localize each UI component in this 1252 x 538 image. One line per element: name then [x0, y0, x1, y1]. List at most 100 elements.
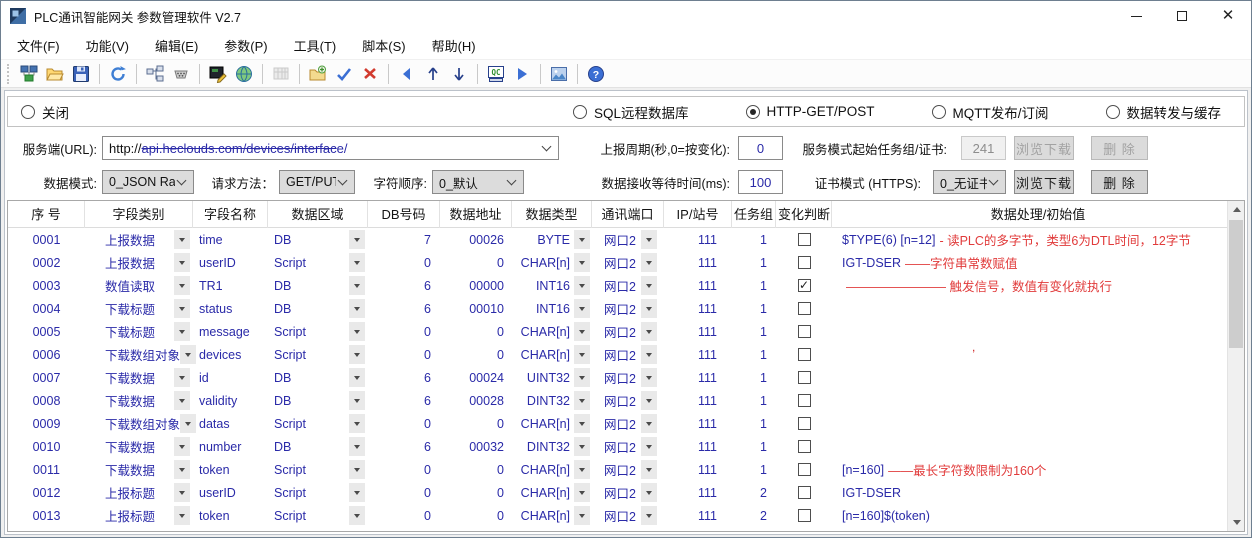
- delete-button-1[interactable]: 删 除: [1091, 136, 1148, 160]
- dropdown-button[interactable]: [574, 368, 590, 387]
- dropdown-button[interactable]: [574, 414, 590, 433]
- dropdown-button[interactable]: [574, 322, 590, 341]
- dropdown-button[interactable]: [574, 230, 590, 249]
- menu-item-param[interactable]: 参数(P): [213, 32, 278, 59]
- browse-download-button-2[interactable]: 浏览下载: [1014, 170, 1074, 194]
- change-detect-checkbox[interactable]: [798, 486, 811, 499]
- delete-button-2[interactable]: 删 除: [1091, 170, 1148, 194]
- dropdown-button[interactable]: [174, 391, 190, 410]
- dropdown-button[interactable]: [641, 253, 657, 272]
- menu-item-function[interactable]: 功能(V): [75, 32, 140, 59]
- dropdown-button[interactable]: [641, 391, 657, 410]
- dropdown-button[interactable]: [174, 230, 190, 249]
- up-arrow-icon[interactable]: [421, 62, 445, 86]
- folder-add-icon[interactable]: [306, 62, 330, 86]
- dropdown-button[interactable]: [174, 299, 190, 318]
- dropdown-button[interactable]: [641, 276, 657, 295]
- change-detect-checkbox[interactable]: [798, 325, 811, 338]
- dropdown-button[interactable]: [641, 230, 657, 249]
- server-url-input[interactable]: http://api.heclouds.com/devices/interfac…: [102, 136, 559, 160]
- change-detect-checkbox[interactable]: [798, 463, 811, 476]
- maximize-button[interactable]: [1159, 1, 1205, 31]
- change-detect-checkbox[interactable]: [798, 509, 811, 522]
- menu-item-tool[interactable]: 工具(T): [283, 32, 348, 59]
- dropdown-button[interactable]: [641, 437, 657, 456]
- save-icon[interactable]: [69, 62, 93, 86]
- dropdown-button[interactable]: [349, 253, 365, 272]
- image-icon[interactable]: [547, 62, 571, 86]
- request-method-select[interactable]: GET/PUT: [279, 170, 355, 194]
- menu-item-edit[interactable]: 编辑(E): [144, 32, 209, 59]
- back-arrow-icon[interactable]: [395, 62, 419, 86]
- dropdown-button[interactable]: [574, 483, 590, 502]
- refresh-icon[interactable]: [106, 62, 130, 86]
- dropdown-button[interactable]: [641, 368, 657, 387]
- dropdown-button[interactable]: [349, 391, 365, 410]
- dropdown-button[interactable]: [349, 460, 365, 479]
- close-button[interactable]: ✕: [1205, 1, 1251, 31]
- globe-icon[interactable]: [232, 62, 256, 86]
- device-edit-icon[interactable]: [206, 62, 230, 86]
- dropdown-button[interactable]: [574, 460, 590, 479]
- mode-option-http-get-post[interactable]: HTTP-GET/POST: [746, 102, 875, 122]
- browse-download-button-1[interactable]: 浏览下载: [1014, 136, 1074, 160]
- change-detect-checkbox[interactable]: [798, 440, 811, 453]
- change-detect-checkbox[interactable]: [798, 302, 811, 315]
- scroll-down-icon[interactable]: [1228, 514, 1245, 531]
- down-arrow-icon[interactable]: [447, 62, 471, 86]
- dropdown-button[interactable]: [174, 276, 190, 295]
- dropdown-button[interactable]: [174, 322, 190, 341]
- dropdown-button[interactable]: [349, 276, 365, 295]
- cancel-x-icon[interactable]: [358, 62, 382, 86]
- dropdown-button[interactable]: [641, 414, 657, 433]
- char-order-select[interactable]: 0_默认: [432, 170, 524, 194]
- mode-option-sql-remote-db[interactable]: SQL远程数据库: [573, 102, 689, 122]
- dropdown-button[interactable]: [574, 345, 590, 364]
- plc-connect-icon[interactable]: [17, 62, 41, 86]
- dropdown-button[interactable]: [349, 414, 365, 433]
- dropdown-button[interactable]: [574, 437, 590, 456]
- plc-table-icon[interactable]: [269, 62, 293, 86]
- change-detect-checkbox[interactable]: [798, 348, 811, 361]
- mode-option-mqtt-pub-sub[interactable]: MQTT发布/订阅: [932, 102, 1049, 122]
- dropdown-button[interactable]: [174, 437, 190, 456]
- dropdown-button[interactable]: [574, 506, 590, 525]
- vertical-scrollbar[interactable]: [1227, 201, 1244, 531]
- dropdown-button[interactable]: [349, 299, 365, 318]
- cert-mode-select[interactable]: 0_无证书: [933, 170, 1006, 194]
- receive-wait-input[interactable]: 100: [738, 170, 783, 194]
- mode-option-data-forward-cache[interactable]: 数据转发与缓存: [1106, 102, 1222, 122]
- minimize-button[interactable]: [1113, 1, 1159, 31]
- change-detect-checkbox[interactable]: [798, 233, 811, 246]
- run-play-icon[interactable]: [510, 62, 534, 86]
- dropdown-button[interactable]: [349, 483, 365, 502]
- network-nodes-icon[interactable]: [143, 62, 167, 86]
- change-detect-checkbox[interactable]: [798, 394, 811, 407]
- dropdown-button[interactable]: [349, 322, 365, 341]
- dropdown-button[interactable]: [174, 460, 190, 479]
- change-detect-checkbox[interactable]: [798, 371, 811, 384]
- dropdown-button[interactable]: [574, 391, 590, 410]
- menu-item-help[interactable]: 帮助(H): [421, 32, 487, 59]
- report-period-input[interactable]: 0: [738, 136, 783, 160]
- dropdown-button[interactable]: [641, 460, 657, 479]
- data-mode-select[interactable]: 0_JSON Raw: [102, 170, 194, 194]
- dropdown-button[interactable]: [349, 437, 365, 456]
- dropdown-button[interactable]: [174, 368, 190, 387]
- serial-port-icon[interactable]: [169, 62, 193, 86]
- scrollbar-thumb[interactable]: [1229, 220, 1243, 348]
- task-group-input[interactable]: 241: [961, 136, 1006, 160]
- change-detect-checkbox[interactable]: [798, 417, 811, 430]
- qc-monitor-icon[interactable]: QC: [484, 62, 508, 86]
- dropdown-button[interactable]: [349, 506, 365, 525]
- dropdown-button[interactable]: [574, 276, 590, 295]
- dropdown-button[interactable]: [641, 506, 657, 525]
- dropdown-button[interactable]: [349, 230, 365, 249]
- change-detect-checkbox[interactable]: [798, 256, 811, 269]
- dropdown-button[interactable]: [349, 345, 365, 364]
- help-icon[interactable]: ?: [584, 62, 608, 86]
- change-detect-checkbox[interactable]: ✓: [798, 279, 811, 292]
- scroll-up-icon[interactable]: [1228, 201, 1245, 218]
- dropdown-button[interactable]: [174, 483, 190, 502]
- dropdown-button[interactable]: [641, 299, 657, 318]
